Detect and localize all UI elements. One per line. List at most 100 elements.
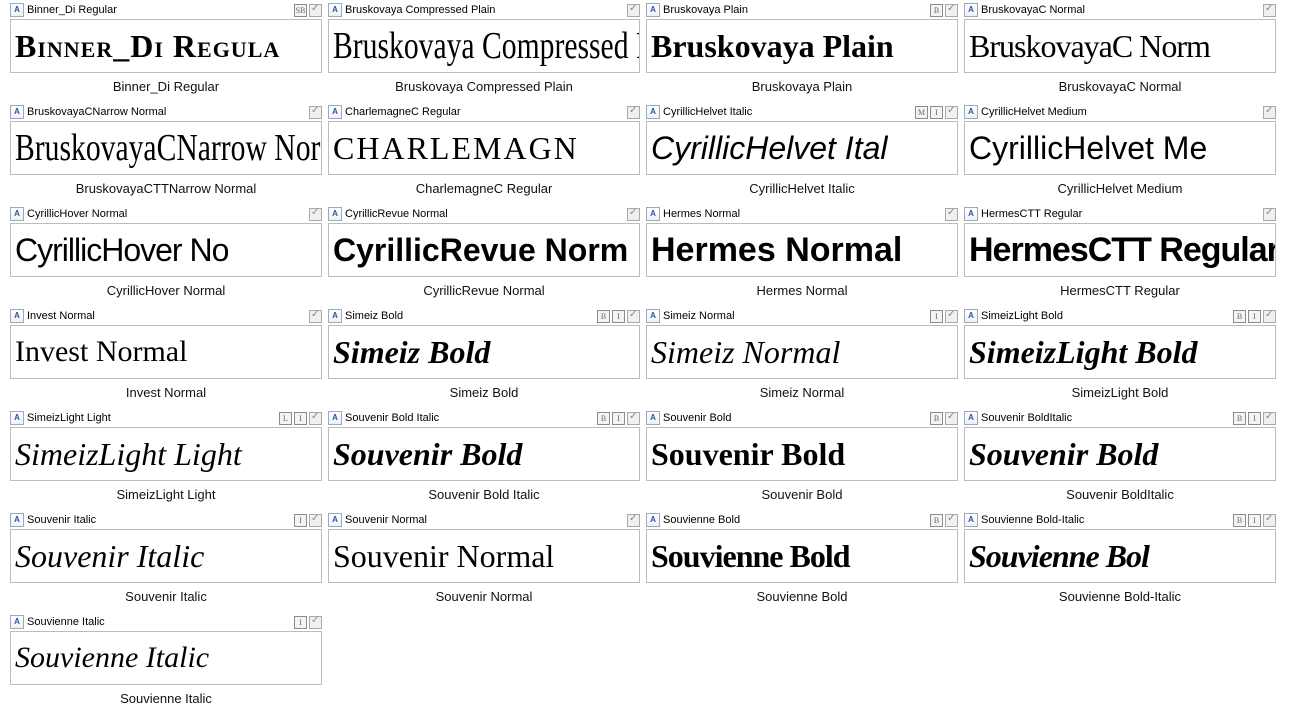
- font-card[interactable]: ASouvienne Bold-ItalicBISouvienne BolSou…: [962, 512, 1278, 614]
- font-card[interactable]: ACyrillicHelvet MediumCyrillicHelvet MeC…: [962, 104, 1278, 206]
- font-card[interactable]: ASouvienne ItalicISouvienne ItalicSouvie…: [8, 614, 324, 716]
- font-caption: CharlemagneC Regular: [326, 175, 642, 196]
- font-caption: BruskovayaCTTNarrow Normal: [8, 175, 324, 196]
- check-icon[interactable]: [945, 106, 958, 119]
- check-icon[interactable]: [945, 4, 958, 17]
- font-card[interactable]: ACyrillicHover NormalCyrillicHover NoCyr…: [8, 206, 324, 308]
- font-preview-box[interactable]: SimeizLight Light: [10, 427, 322, 481]
- font-preview-box[interactable]: Souvienne Bol: [964, 529, 1276, 583]
- font-preview-text: Souvenir Italic: [15, 540, 204, 572]
- font-card[interactable]: ASimeiz BoldBISimeiz BoldSimeiz Bold: [326, 308, 642, 410]
- style-badge: B: [597, 310, 610, 323]
- check-icon[interactable]: [945, 208, 958, 221]
- check-icon[interactable]: [1263, 514, 1276, 527]
- badge-group: [309, 208, 322, 221]
- check-icon[interactable]: [1263, 106, 1276, 119]
- font-preview-box[interactable]: BruskovayaCNarrow Norma: [10, 121, 322, 175]
- font-preview-text: CHARLEMAGN: [333, 132, 579, 164]
- font-preview-box[interactable]: BruskovayaC Norm: [964, 19, 1276, 73]
- font-preview-box[interactable]: Souvenir Normal: [328, 529, 640, 583]
- font-header: ASimeizLight LightLI: [8, 410, 324, 426]
- font-caption: CyrillicHelvet Italic: [644, 175, 960, 196]
- font-card[interactable]: ACharlemagneC RegularCHARLEMAGNCharlemag…: [326, 104, 642, 206]
- font-preview-box[interactable]: CyrillicHelvet Me: [964, 121, 1276, 175]
- style-badge: I: [930, 106, 943, 119]
- badge-group: [627, 106, 640, 119]
- font-card[interactable]: AHermesCTT RegularHermesCTT RegularHerme…: [962, 206, 1278, 308]
- font-preview-box[interactable]: Souvienne Bold: [646, 529, 958, 583]
- font-preview-box[interactable]: Hermes Normal: [646, 223, 958, 277]
- font-preview-box[interactable]: Binner_Di Regula: [10, 19, 322, 73]
- font-card[interactable]: ABruskovaya Compressed PlainBruskovaya C…: [326, 2, 642, 104]
- font-name-label: Souvenir Bold: [663, 412, 930, 424]
- check-icon[interactable]: [945, 310, 958, 323]
- check-icon[interactable]: [309, 514, 322, 527]
- font-card[interactable]: ASouvenir BoldItalicBISouvenir BoldSouve…: [962, 410, 1278, 512]
- font-preview-box[interactable]: Souvenir Bold: [964, 427, 1276, 481]
- check-icon[interactable]: [1263, 310, 1276, 323]
- font-caption: BruskovayaC Normal: [962, 73, 1278, 94]
- font-preview-box[interactable]: HermesCTT Regular: [964, 223, 1276, 277]
- font-name-label: Simeiz Bold: [345, 310, 597, 322]
- check-icon[interactable]: [627, 310, 640, 323]
- check-icon[interactable]: [1263, 208, 1276, 221]
- font-card[interactable]: ASimeizLight BoldBISimeizLight BoldSimei…: [962, 308, 1278, 410]
- font-card[interactable]: ASimeizLight LightLISimeizLight LightSim…: [8, 410, 324, 512]
- font-preview-box[interactable]: Bruskovaya Plain: [646, 19, 958, 73]
- check-icon[interactable]: [309, 4, 322, 17]
- font-card[interactable]: ASouvenir BoldBSouvenir BoldSouvenir Bol…: [644, 410, 960, 512]
- font-type-icon: A: [646, 207, 660, 221]
- font-card[interactable]: ABruskovaya PlainBBruskovaya PlainBrusko…: [644, 2, 960, 104]
- font-card[interactable]: ABinner_Di RegularSBBinner_Di RegulaBinn…: [8, 2, 324, 104]
- badge-group: LI: [279, 412, 322, 425]
- font-preview-box[interactable]: Simeiz Normal: [646, 325, 958, 379]
- font-card[interactable]: ASouvenir Bold ItalicBISouvenir BoldSouv…: [326, 410, 642, 512]
- check-icon[interactable]: [627, 208, 640, 221]
- font-card[interactable]: ASouvenir ItalicISouvenir ItalicSouvenir…: [8, 512, 324, 614]
- font-preview-box[interactable]: SimeizLight Bold: [964, 325, 1276, 379]
- style-badge: I: [612, 310, 625, 323]
- check-icon[interactable]: [1263, 4, 1276, 17]
- check-icon[interactable]: [309, 616, 322, 629]
- font-card[interactable]: AHermes NormalHermes NormalHermes Normal: [644, 206, 960, 308]
- check-icon[interactable]: [1263, 412, 1276, 425]
- font-card[interactable]: ASimeiz NormalISimeiz NormalSimeiz Norma…: [644, 308, 960, 410]
- font-caption: Souvienne Bold-Italic: [962, 583, 1278, 604]
- check-icon[interactable]: [309, 412, 322, 425]
- font-preview-box[interactable]: Souvenir Italic: [10, 529, 322, 583]
- font-header: ASimeizLight BoldBI: [962, 308, 1278, 324]
- font-preview-box[interactable]: Souvenir Bold: [328, 427, 640, 481]
- font-preview-box[interactable]: CyrillicRevue Norm: [328, 223, 640, 277]
- check-icon[interactable]: [309, 208, 322, 221]
- badge-group: BI: [1233, 412, 1276, 425]
- badge-group: [1263, 106, 1276, 119]
- font-card[interactable]: ASouvienne BoldBSouvienne BoldSouvienne …: [644, 512, 960, 614]
- font-name-label: Souvenir BoldItalic: [981, 412, 1233, 424]
- check-icon[interactable]: [309, 106, 322, 119]
- font-type-icon: A: [964, 207, 978, 221]
- font-preview-box[interactable]: CyrillicHelvet Ital: [646, 121, 958, 175]
- check-icon[interactable]: [945, 514, 958, 527]
- font-preview-box[interactable]: CHARLEMAGN: [328, 121, 640, 175]
- font-card[interactable]: AInvest NormalInvest NormalInvest Normal: [8, 308, 324, 410]
- font-header: ASouvenir ItalicI: [8, 512, 324, 528]
- font-caption: Binner_Di Regular: [8, 73, 324, 94]
- check-icon[interactable]: [627, 4, 640, 17]
- font-preview-box[interactable]: Souvienne Italic: [10, 631, 322, 685]
- font-card[interactable]: ACyrillicHelvet ItalicMICyrillicHelvet I…: [644, 104, 960, 206]
- font-preview-box[interactable]: Souvenir Bold: [646, 427, 958, 481]
- check-icon[interactable]: [627, 412, 640, 425]
- check-icon[interactable]: [945, 412, 958, 425]
- font-preview-box[interactable]: CyrillicHover No: [10, 223, 322, 277]
- font-card[interactable]: ABruskovayaCNarrow NormalBruskovayaCNarr…: [8, 104, 324, 206]
- font-card[interactable]: ABruskovayaC NormalBruskovayaC NormBrusk…: [962, 2, 1278, 104]
- font-preview-box[interactable]: Bruskovaya Compressed Pla: [328, 19, 640, 73]
- check-icon[interactable]: [309, 310, 322, 323]
- font-preview-box[interactable]: Invest Normal: [10, 325, 322, 379]
- font-card[interactable]: ASouvenir NormalSouvenir NormalSouvenir …: [326, 512, 642, 614]
- check-icon[interactable]: [627, 514, 640, 527]
- check-icon[interactable]: [627, 106, 640, 119]
- badge-group: SB: [294, 4, 322, 17]
- font-preview-box[interactable]: Simeiz Bold: [328, 325, 640, 379]
- font-card[interactable]: ACyrillicRevue NormalCyrillicRevue NormC…: [326, 206, 642, 308]
